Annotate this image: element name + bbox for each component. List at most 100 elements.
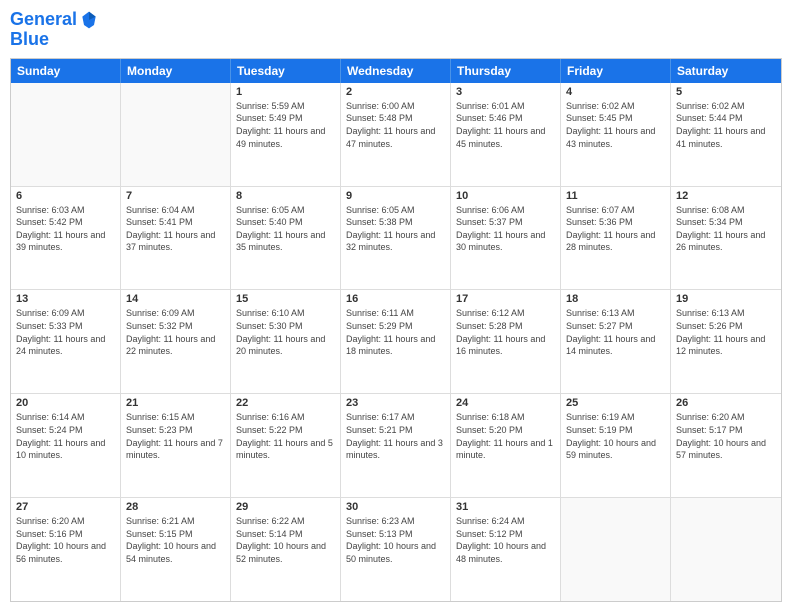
day-info: Sunrise: 6:09 AM Sunset: 5:33 PM Dayligh…: [16, 307, 115, 357]
day-info: Sunrise: 6:09 AM Sunset: 5:32 PM Dayligh…: [126, 307, 225, 357]
calendar-cell: [11, 83, 121, 186]
day-info: Sunrise: 5:59 AM Sunset: 5:49 PM Dayligh…: [236, 100, 335, 150]
calendar-cell: 31Sunrise: 6:24 AM Sunset: 5:12 PM Dayli…: [451, 498, 561, 601]
header-day-sunday: Sunday: [11, 59, 121, 83]
day-info: Sunrise: 6:02 AM Sunset: 5:44 PM Dayligh…: [676, 100, 776, 150]
day-number: 28: [126, 501, 225, 513]
day-info: Sunrise: 6:21 AM Sunset: 5:15 PM Dayligh…: [126, 515, 225, 565]
day-number: 27: [16, 501, 115, 513]
day-info: Sunrise: 6:05 AM Sunset: 5:40 PM Dayligh…: [236, 204, 335, 254]
calendar-week-5: 27 Sunrise: 6:20 AM Sunset: 5:16 PM Dayli…: [11, 498, 781, 601]
day-number: 13: [16, 293, 115, 305]
day-number: 16: [346, 293, 445, 305]
day-number: 3: [456, 86, 555, 98]
calendar-cell: 5 Sunrise: 6:02 AM Sunset: 5:44 PM Daylig…: [671, 83, 781, 186]
calendar-page: General Blue SundayMondayTuesdayWednesda…: [0, 0, 792, 612]
day-info: Sunrise: 6:16 AM Sunset: 5:22 PM Dayligh…: [236, 411, 335, 461]
day-info: Sunrise: 6:22 AM Sunset: 5:14 PM Dayligh…: [236, 515, 335, 565]
calendar-cell: 18Sunrise: 6:13 AM Sunset: 5:27 PM Dayli…: [561, 290, 671, 393]
day-number: 26: [676, 397, 776, 409]
day-number: 12: [676, 190, 776, 202]
day-number: 29: [236, 501, 335, 513]
header-day-tuesday: Tuesday: [231, 59, 341, 83]
day-info: Sunrise: 6:13 AM Sunset: 5:26 PM Dayligh…: [676, 307, 776, 357]
day-info: Sunrise: 6:23 AM Sunset: 5:13 PM Dayligh…: [346, 515, 445, 565]
day-number: 14: [126, 293, 225, 305]
day-number: 17: [456, 293, 555, 305]
day-info: Sunrise: 6:19 AM Sunset: 5:19 PM Dayligh…: [566, 411, 665, 461]
day-info: Sunrise: 6:02 AM Sunset: 5:45 PM Dayligh…: [566, 100, 665, 150]
header: General Blue: [10, 10, 782, 50]
calendar-cell: [121, 83, 231, 186]
calendar-cell: 16 Sunrise: 6:11 AM Sunset: 5:29 PM Dayli…: [341, 290, 451, 393]
calendar-cell: 21Sunrise: 6:15 AM Sunset: 5:23 PM Dayli…: [121, 394, 231, 497]
day-info: Sunrise: 6:15 AM Sunset: 5:23 PM Dayligh…: [126, 411, 225, 461]
calendar-cell: 24Sunrise: 6:18 AM Sunset: 5:20 PM Dayli…: [451, 394, 561, 497]
day-number: 30: [346, 501, 445, 513]
day-number: 5: [676, 86, 776, 98]
calendar-cell: 1 Sunrise: 5:59 AM Sunset: 5:49 PM Daylig…: [231, 83, 341, 186]
calendar-cell: 12 Sunrise: 6:08 AM Sunset: 5:34 PM Dayli…: [671, 187, 781, 290]
calendar-cell: 30 Sunrise: 6:23 AM Sunset: 5:13 PM Dayli…: [341, 498, 451, 601]
day-number: 6: [16, 190, 115, 202]
day-number: 1: [236, 86, 335, 98]
calendar-cell: [671, 498, 781, 601]
calendar-body: 1 Sunrise: 5:59 AM Sunset: 5:49 PM Daylig…: [11, 83, 781, 601]
calendar-cell: 3 Sunrise: 6:01 AM Sunset: 5:46 PM Daylig…: [451, 83, 561, 186]
calendar-week-3: 13 Sunrise: 6:09 AM Sunset: 5:33 PM Dayli…: [11, 290, 781, 394]
calendar-cell: 14 Sunrise: 6:09 AM Sunset: 5:32 PM Dayli…: [121, 290, 231, 393]
calendar-cell: 26 Sunrise: 6:20 AM Sunset: 5:17 PM Dayli…: [671, 394, 781, 497]
day-number: 15: [236, 293, 335, 305]
day-info: Sunrise: 6:05 AM Sunset: 5:38 PM Dayligh…: [346, 204, 445, 254]
calendar-cell: 17Sunrise: 6:12 AM Sunset: 5:28 PM Dayli…: [451, 290, 561, 393]
day-info: Sunrise: 6:03 AM Sunset: 5:42 PM Dayligh…: [16, 204, 115, 254]
day-number: 8: [236, 190, 335, 202]
calendar-cell: 20 Sunrise: 6:14 AM Sunset: 5:24 PM Dayli…: [11, 394, 121, 497]
calendar-cell: 28 Sunrise: 6:21 AM Sunset: 5:15 PM Dayli…: [121, 498, 231, 601]
day-number: 9: [346, 190, 445, 202]
calendar-cell: [561, 498, 671, 601]
day-number: 20: [16, 397, 115, 409]
day-info: Sunrise: 6:14 AM Sunset: 5:24 PM Dayligh…: [16, 411, 115, 461]
logo-icon: [79, 10, 99, 30]
day-info: Sunrise: 6:11 AM Sunset: 5:29 PM Dayligh…: [346, 307, 445, 357]
logo: General Blue: [10, 10, 99, 50]
logo-blue-text: Blue: [10, 30, 99, 50]
header-day-thursday: Thursday: [451, 59, 561, 83]
day-number: 18: [566, 293, 665, 305]
calendar-cell: 9 Sunrise: 6:05 AM Sunset: 5:38 PM Daylig…: [341, 187, 451, 290]
header-day-friday: Friday: [561, 59, 671, 83]
calendar-week-4: 20 Sunrise: 6:14 AM Sunset: 5:24 PM Dayli…: [11, 394, 781, 498]
calendar-week-2: 6 Sunrise: 6:03 AM Sunset: 5:42 PM Daylig…: [11, 187, 781, 291]
day-number: 24: [456, 397, 555, 409]
day-info: Sunrise: 6:00 AM Sunset: 5:48 PM Dayligh…: [346, 100, 445, 150]
logo-text: General: [10, 10, 77, 30]
calendar-cell: 25Sunrise: 6:19 AM Sunset: 5:19 PM Dayli…: [561, 394, 671, 497]
calendar-cell: 7Sunrise: 6:04 AM Sunset: 5:41 PM Daylig…: [121, 187, 231, 290]
day-info: Sunrise: 6:10 AM Sunset: 5:30 PM Dayligh…: [236, 307, 335, 357]
calendar-header: SundayMondayTuesdayWednesdayThursdayFrid…: [11, 59, 781, 83]
day-number: 19: [676, 293, 776, 305]
day-info: Sunrise: 6:20 AM Sunset: 5:17 PM Dayligh…: [676, 411, 776, 461]
calendar-cell: 2Sunrise: 6:00 AM Sunset: 5:48 PM Daylig…: [341, 83, 451, 186]
calendar-week-1: 1 Sunrise: 5:59 AM Sunset: 5:49 PM Daylig…: [11, 83, 781, 187]
day-info: Sunrise: 6:07 AM Sunset: 5:36 PM Dayligh…: [566, 204, 665, 254]
calendar-cell: 19 Sunrise: 6:13 AM Sunset: 5:26 PM Dayli…: [671, 290, 781, 393]
calendar-cell: 29 Sunrise: 6:22 AM Sunset: 5:14 PM Dayli…: [231, 498, 341, 601]
calendar-cell: 8 Sunrise: 6:05 AM Sunset: 5:40 PM Daylig…: [231, 187, 341, 290]
calendar-cell: 22Sunrise: 6:16 AM Sunset: 5:22 PM Dayli…: [231, 394, 341, 497]
calendar-cell: 4 Sunrise: 6:02 AM Sunset: 5:45 PM Daylig…: [561, 83, 671, 186]
day-info: Sunrise: 6:08 AM Sunset: 5:34 PM Dayligh…: [676, 204, 776, 254]
day-info: Sunrise: 6:04 AM Sunset: 5:41 PM Dayligh…: [126, 204, 225, 254]
day-number: 4: [566, 86, 665, 98]
calendar-cell: 23 Sunrise: 6:17 AM Sunset: 5:21 PM Dayli…: [341, 394, 451, 497]
day-number: 31: [456, 501, 555, 513]
day-info: Sunrise: 6:20 AM Sunset: 5:16 PM Dayligh…: [16, 515, 115, 565]
calendar-cell: 11Sunrise: 6:07 AM Sunset: 5:36 PM Dayli…: [561, 187, 671, 290]
day-info: Sunrise: 6:01 AM Sunset: 5:46 PM Dayligh…: [456, 100, 555, 150]
calendar: SundayMondayTuesdayWednesdayThursdayFrid…: [10, 58, 782, 602]
day-number: 10: [456, 190, 555, 202]
calendar-cell: 13 Sunrise: 6:09 AM Sunset: 5:33 PM Dayli…: [11, 290, 121, 393]
day-number: 23: [346, 397, 445, 409]
day-info: Sunrise: 6:17 AM Sunset: 5:21 PM Dayligh…: [346, 411, 445, 461]
